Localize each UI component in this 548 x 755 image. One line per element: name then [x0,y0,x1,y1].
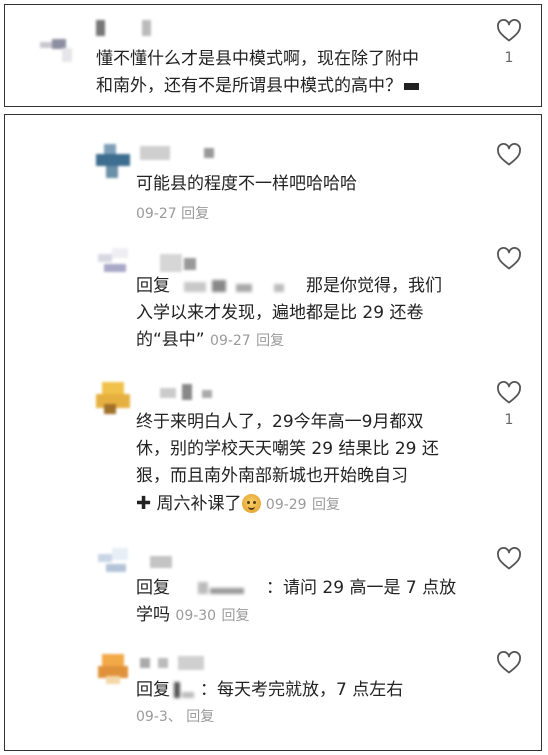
avatar[interactable] [38,36,72,66]
reply-line: 09-3、 回复 [136,704,403,731]
reply-date: 09-29 [265,497,307,513]
reply-text: 回复 ：请问 29 高一是 7 点放 学吗 09-30 回复 [136,575,456,630]
reply-button[interactable]: 回复 [256,333,284,349]
comment-text: 懂不懂什么才是县中模式啊，现在除了附中 和南外，还有不是所谓县中模式的高中？ [96,46,419,100]
username[interactable] [96,20,156,38]
like-heart-icon[interactable] [496,247,522,271]
reply-date: 09-27 [210,333,251,349]
reply-text: 终于来明白人了，29今年高一9月都双 休，别的学校天天嘲笑 29 结果比 29 … [136,409,439,519]
avatar[interactable] [96,144,132,180]
reply-line: 回复 那是你觉得，我们 [136,276,442,296]
like-heart-icon[interactable] [496,143,522,167]
reply-meta: 09-27 回复 [136,201,209,228]
reply-date: 09-27 [136,206,177,222]
comment-line: 懂不懂什么才是县中模式啊，现在除了附中 [96,49,419,69]
reply-line: 的“县中” 09-27 回复 [136,330,285,350]
reply-text: 回复 那是你觉得，我们 入学以来才发现，遍地都是比 29 还卷 的“县中” 09-… [136,273,442,355]
reply-button[interactable]: 回复 [312,497,340,513]
plus-icon: ✚ [136,493,152,514]
like-heart-icon[interactable] [496,381,522,405]
reply-date: 09-3、 [136,709,182,725]
masked-username [172,682,198,698]
more-marker [404,82,419,90]
reply-line: ✚ 周六补课了 09-29 回复 [136,493,340,514]
reply-line: 终于来明白人了，29今年高一9月都双 [136,412,424,432]
avatar[interactable] [98,654,132,688]
avatar[interactable] [98,548,132,578]
username[interactable] [160,384,220,402]
reply-button[interactable]: 回复 [186,709,214,725]
emoji-icon [241,494,261,513]
masked-username [176,580,260,596]
username[interactable] [140,146,220,162]
avatar[interactable] [98,248,132,278]
reply-line: 入学以来才发现，遍地都是比 29 还卷 [136,303,424,323]
reply-text: 可能县的程度不一样吧哈哈哈 [136,171,357,198]
like-count: 1 [504,50,514,66]
username[interactable] [150,554,180,570]
username[interactable] [160,254,220,274]
like-heart-icon[interactable] [496,651,522,675]
reply-line: 回复 ：每天考完就放，7 点左右 [136,680,404,700]
reply-button[interactable]: 回复 [181,206,209,222]
like-heart-icon[interactable] [496,19,522,43]
reply-line: 学吗 09-30 回复 [136,605,250,625]
masked-username [176,278,300,294]
reply-line: 回复 ：请问 29 高一是 7 点放 [136,578,457,598]
like-heart-icon[interactable] [496,547,522,571]
like-count: 1 [504,412,514,428]
reply-line: 休，别的学校天天嘲笑 29 结果比 29 还 [136,439,439,459]
reply-line: 可能县的程度不一样吧哈哈哈 [136,174,357,194]
avatar[interactable] [96,382,132,418]
reply-line: 狠，而且南外南部新城也开始晚自习 [136,466,408,486]
reply-text: 回复 ：每天考完就放，7 点左右 09-3、 回复 [136,677,403,731]
comment-line: 和南外，还有不是所谓县中模式的高中？ [96,73,419,100]
reply-date: 09-30 [175,608,217,624]
reply-button[interactable]: 回复 [222,608,250,624]
username[interactable] [140,656,210,674]
